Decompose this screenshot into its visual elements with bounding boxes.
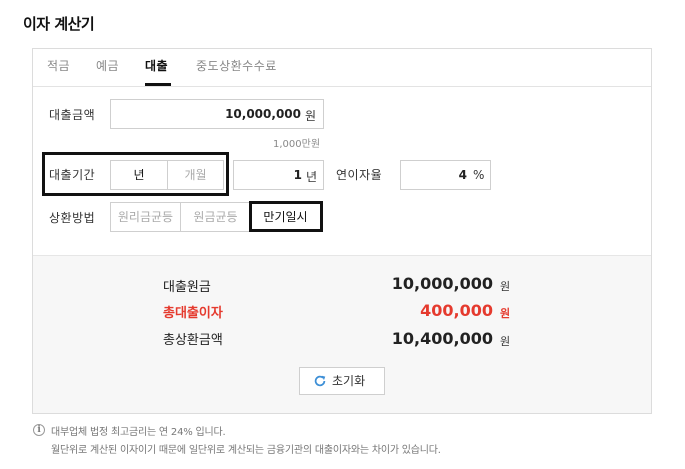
tab-savings[interactable]: 적금 bbox=[47, 57, 70, 74]
footnote-line-2: 월단위로 계산된 이자이기 때문에 일단위로 계산되는 금융기관의 대출이자와는… bbox=[51, 445, 441, 456]
method-highlight-box bbox=[249, 201, 323, 232]
tab-bar: 적금 예금 대출 중도상환수수료 bbox=[33, 49, 651, 87]
loan-amount-box: 원 bbox=[110, 99, 324, 129]
loan-period-box: 년 bbox=[233, 160, 324, 190]
calculator-card: 적금 예금 대출 중도상환수수료 대출금액 원 1,000만원 대출기간 년 개… bbox=[32, 48, 652, 414]
reset-label: 초기화 bbox=[332, 374, 366, 388]
interest-rate-label: 연이자율 bbox=[336, 168, 383, 182]
tab-loan[interactable]: 대출 bbox=[145, 57, 168, 74]
loan-amount-unit: 원 bbox=[305, 109, 317, 123]
loan-amount-korean: 1,000만원 bbox=[273, 139, 321, 150]
info-icon: i bbox=[33, 424, 45, 436]
interest-rate-input[interactable] bbox=[401, 161, 467, 189]
total-repayment-label: 총상환금액 bbox=[163, 333, 223, 348]
tab-prepayment-fee[interactable]: 중도상환수수료 bbox=[196, 57, 277, 74]
result-panel: 대출원금 10,000,000 원 총대출이자 400,000 원 총상환금액 … bbox=[33, 255, 651, 413]
repayment-method-label: 상환방법 bbox=[49, 211, 96, 225]
refresh-icon bbox=[314, 375, 326, 387]
loan-period-input[interactable] bbox=[234, 161, 302, 189]
tab-deposit[interactable]: 예금 bbox=[96, 57, 119, 74]
method-equal-payment-button[interactable]: 원리금균등 bbox=[110, 202, 181, 232]
loan-amount-input[interactable] bbox=[111, 100, 301, 128]
loan-amount-label: 대출금액 bbox=[49, 108, 96, 122]
active-tab-indicator bbox=[145, 83, 171, 86]
total-interest-unit: 원 bbox=[500, 307, 511, 320]
total-interest-label: 총대출이자 bbox=[163, 306, 223, 321]
interest-rate-unit: % bbox=[473, 168, 485, 182]
total-repayment-unit: 원 bbox=[500, 335, 511, 348]
total-interest-value: 400,000 bbox=[420, 301, 493, 320]
total-repayment-value: 10,400,000 bbox=[391, 329, 493, 348]
page-title: 이자 계산기 bbox=[23, 15, 95, 33]
footnote-line-1: 대부업체 법정 최고금리는 연 24% 입니다. bbox=[51, 427, 226, 438]
principal-unit: 원 bbox=[500, 280, 511, 293]
method-equal-principal-button[interactable]: 원금균등 bbox=[180, 202, 251, 232]
principal-label: 대출원금 bbox=[163, 280, 211, 295]
period-highlight-box bbox=[42, 152, 229, 196]
principal-value: 10,000,000 bbox=[391, 274, 493, 293]
reset-button[interactable]: 초기화 bbox=[299, 367, 385, 395]
loan-period-unit: 년 bbox=[306, 170, 318, 184]
interest-rate-box: % bbox=[400, 160, 491, 190]
